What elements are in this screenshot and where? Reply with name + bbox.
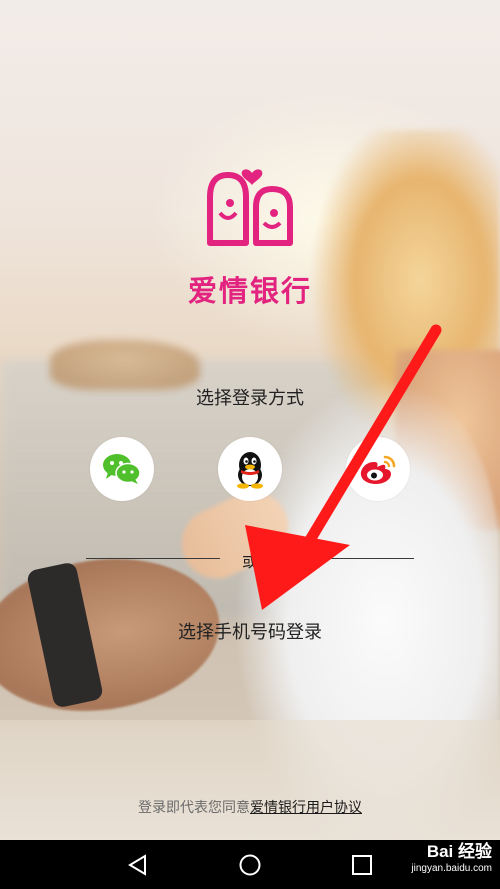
recent-square-icon[interactable] (349, 852, 375, 878)
watermark: Bai 经验 jingyan.baidu.com (411, 842, 492, 876)
user-agreement-link[interactable]: 爱情银行用户协议 (250, 800, 362, 816)
or-label: 或 (241, 552, 258, 571)
home-circle-icon[interactable] (237, 852, 263, 878)
agreement-prefix: 登录即代表您同意 (138, 800, 250, 816)
background-photo (0, 0, 500, 840)
app-name: 爱情银行 (187, 274, 312, 308)
watermark-line2: jingyan.baidu.com (411, 863, 492, 874)
weibo-icon (360, 455, 396, 484)
wechat-icon (103, 454, 141, 484)
background-sand (0, 720, 500, 840)
app-logo-icon (207, 169, 293, 246)
background-rock (50, 340, 200, 390)
qq-login-button[interactable] (218, 437, 282, 501)
wechat-login-button[interactable] (90, 437, 154, 501)
back-triangle-icon[interactable] (125, 852, 151, 878)
watermark-line1: Bai 经验 (426, 842, 492, 861)
weibo-login-button[interactable] (346, 437, 410, 501)
qq-penguin-icon (237, 452, 263, 489)
choose-login-method-label: 选择登录方式 (196, 388, 304, 409)
agreement-text: 登录即代表您同意爱情银行用户协议 (0, 797, 500, 817)
phone-login-link[interactable]: 选择手机号码登录 (0, 618, 500, 644)
